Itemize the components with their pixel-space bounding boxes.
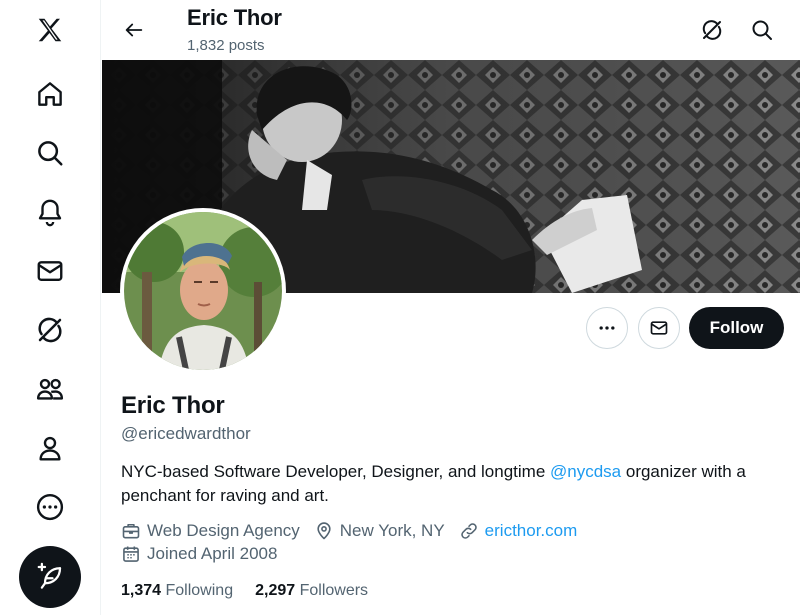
avatar-image <box>124 212 282 370</box>
profile-joined-row: Joined April 2008 <box>121 544 291 564</box>
profile-joined: Joined April 2008 <box>121 544 277 564</box>
location-pin-icon <box>317 522 331 540</box>
search-icon <box>752 20 772 40</box>
following-label: Following <box>165 582 234 599</box>
back-button[interactable] <box>116 12 152 48</box>
followers-label: Followers <box>299 582 369 599</box>
followers-link[interactable]: 2,297 Followers <box>255 582 368 600</box>
search-button[interactable] <box>744 12 780 48</box>
bell-icon[interactable] <box>28 190 72 234</box>
profile-bio: NYC-based Software Developer, Designer, … <box>121 460 791 508</box>
grok-icon <box>702 20 722 40</box>
header-name: Eric Thor <box>187 5 282 30</box>
home-icon[interactable] <box>28 72 72 116</box>
following-count: 1,374 <box>121 582 162 599</box>
avatar[interactable] <box>120 208 286 374</box>
profile-website[interactable]: ericthor.com <box>459 521 578 541</box>
back-arrow-icon <box>125 23 143 37</box>
more-circle-icon[interactable] <box>28 485 72 529</box>
grok-button[interactable] <box>694 12 730 48</box>
location-text: New York, NY <box>339 521 445 540</box>
more-dots-icon <box>599 326 615 330</box>
more-options-button[interactable] <box>586 307 628 349</box>
compose-post-button[interactable] <box>19 546 81 608</box>
x-logo-icon[interactable] <box>28 8 72 52</box>
calendar-icon <box>123 546 139 562</box>
sidebar <box>0 0 101 615</box>
profile-category: Web Design Agency <box>121 521 300 541</box>
followers-count: 2,297 <box>255 582 296 599</box>
message-button[interactable] <box>638 307 680 349</box>
feather-plus-icon <box>37 562 62 589</box>
mail-icon <box>650 321 668 335</box>
person-icon[interactable] <box>28 426 72 470</box>
bio-text-start: NYC-based Software Developer, Designer, … <box>121 462 551 481</box>
people-icon[interactable] <box>28 367 72 411</box>
website-link[interactable]: ericthor.com <box>485 521 578 541</box>
following-link[interactable]: 1,374 Following <box>121 582 233 600</box>
follow-stats: 1,374 Following 2,297 Followers <box>121 582 390 600</box>
follow-button[interactable]: Follow <box>689 307 784 349</box>
mail-icon[interactable] <box>28 249 72 293</box>
briefcase-icon <box>122 523 140 539</box>
joined-text: Joined April 2008 <box>147 544 278 563</box>
profile-handle: @ericedwardthor <box>121 424 251 443</box>
bio-mention-link[interactable]: @nycdsa <box>550 462 621 481</box>
grok-icon[interactable] <box>28 308 72 352</box>
link-icon <box>460 523 477 539</box>
profile-name: Eric Thor <box>121 392 225 419</box>
profile-location: New York, NY <box>314 521 445 541</box>
header-post-count: 1,832 posts <box>187 37 265 54</box>
category-text: Web Design Agency <box>147 521 300 540</box>
search-icon[interactable] <box>28 131 72 175</box>
profile-meta-row: Web Design Agency New York, NY ericthor.… <box>121 521 591 541</box>
profile-header: Eric Thor 1,832 posts <box>102 0 800 60</box>
